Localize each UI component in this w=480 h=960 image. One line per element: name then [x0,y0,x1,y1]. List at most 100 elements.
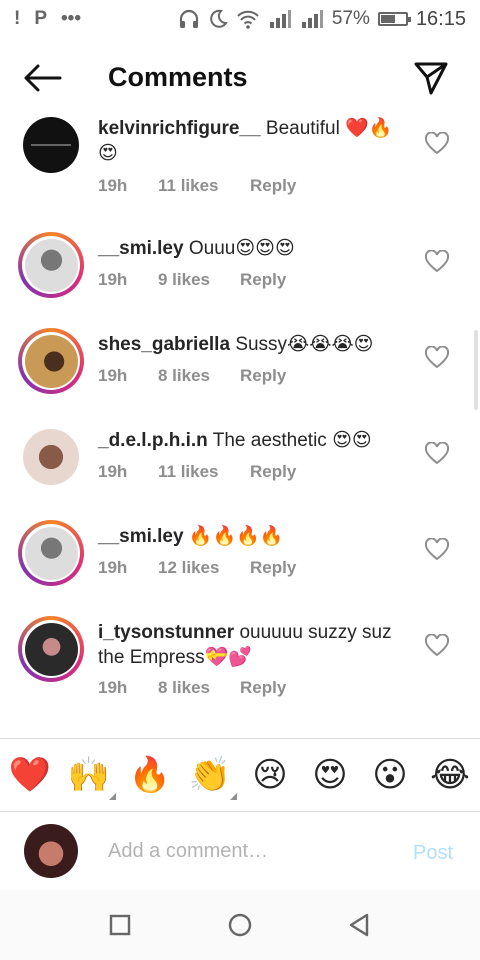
avatar-image [23,117,79,173]
battery-icon [377,12,411,26]
emoji-crying-button[interactable]: 😢 [248,753,292,797]
avatar-image [24,334,78,388]
comment-likes[interactable]: 8 likes [158,678,240,698]
comment-likes[interactable]: 9 likes [158,270,240,290]
comment-item: __smi.ley Ouuu😍😍😍 19h 9 likes Reply [0,228,480,324]
emoji-heart-eyes-button[interactable]: 😍 [308,753,352,797]
moon-icon [210,9,228,28]
comment-text: 🔥🔥🔥🔥 [188,526,284,547]
system-nav-bar [0,890,480,960]
battery-fill [380,15,395,23]
emoji-clap-button[interactable]: 👏 [188,753,232,797]
alert-icon: ! [14,8,21,29]
comment-username[interactable]: kelvinrichfigure__ [98,118,261,139]
emoji-laughing-button[interactable]: 😂 [428,753,472,797]
battery-percent: 57% [331,8,370,29]
comment-body: shes_gabriella Sussy😭😭😭😍 [98,332,408,357]
header: Comments [0,48,480,108]
comment-body: i_tysonstunner ouuuuu suzzy suz the Empr… [98,620,418,670]
comment-meta: 19h 11 likes Reply [98,462,296,482]
avatar-ring-gap [22,236,80,294]
comment-body: kelvinrichfigure__ Beautiful ❤️🔥😍 [98,116,408,166]
reply-button[interactable]: Reply [250,558,296,578]
skin-tone-indicator [230,793,237,800]
comment-time: 19h [98,366,128,385]
comment-username[interactable]: _d.e.l.p.h.i.n [98,430,208,451]
comment-item: __smi.ley 🔥🔥🔥🔥 19h 12 likes Reply [0,516,480,612]
avatar[interactable] [18,328,84,394]
comment-username[interactable]: shes_gabriella [98,334,230,355]
back-arrow-icon[interactable] [22,62,62,94]
comment-item: shes_gabriella Sussy😭😭😭😍 19h 8 likes Rep… [0,324,480,420]
reply-button[interactable]: Reply [250,176,296,196]
comment-list[interactable]: kelvinrichfigure__ Beautiful ❤️🔥😍 19h 11… [0,108,480,736]
comment-time: 19h [98,462,128,481]
comment-meta: 19h 8 likes Reply [98,366,286,386]
back-triangle-icon[interactable] [345,910,375,940]
comment-username[interactable]: i_tysonstunner [98,622,234,643]
scrollbar[interactable] [474,330,478,410]
wifi-icon [237,10,259,29]
comment-likes[interactable]: 11 likes [158,462,250,482]
heart-outline-icon[interactable] [424,442,450,466]
comment-text: The aesthetic 😍😍 [212,430,372,451]
app-notification-icon: P [34,8,48,29]
avatar-ring-gap [22,332,80,390]
comment-item: i_tysonstunner ouuuuu suzzy suz the Empr… [0,612,480,722]
heart-outline-icon[interactable] [424,346,450,370]
avatar[interactable] [18,424,84,490]
direct-send-icon[interactable] [412,60,450,96]
comment-likes[interactable]: 12 likes [158,558,250,578]
post-button[interactable]: Post [413,842,453,865]
comment-meta: 19h 11 likes Reply [98,176,296,196]
emoji-fire-button[interactable]: 🔥 [128,753,172,797]
avatar[interactable] [18,616,84,682]
current-user-avatar [24,824,78,878]
home-circle-icon[interactable] [225,910,255,940]
comment-meta: 19h 9 likes Reply [98,270,286,290]
skin-tone-indicator [109,793,116,800]
avatar[interactable] [18,232,84,298]
reply-button[interactable]: Reply [240,678,286,698]
comment-body: _d.e.l.p.h.i.n The aesthetic 😍😍 [98,428,408,453]
comment-time: 19h [98,270,128,289]
comment-username[interactable]: __smi.ley [98,238,184,259]
reply-button[interactable]: Reply [240,270,286,290]
emoji-heart-button[interactable]: ❤️ [8,753,52,797]
avatar-ring-gap [22,524,80,582]
status-right: 57% 16:15 [178,8,466,31]
comment-text: Ouuu😍😍😍 [188,238,295,259]
heart-outline-icon[interactable] [424,538,450,562]
emoji-surprised-button[interactable]: 😮 [368,753,412,797]
comment-likes[interactable]: 11 likes [158,176,250,196]
avatar[interactable] [18,520,84,586]
comment-body: __smi.ley Ouuu😍😍😍 [98,236,408,261]
reply-button[interactable]: Reply [240,366,286,386]
avatar-ring-gap [22,620,80,678]
avatar-image [23,429,79,485]
avatar-image [24,526,78,580]
signal-icon-2 [301,10,323,28]
clock: 16:15 [415,7,466,30]
heart-outline-icon[interactable] [424,132,450,156]
reply-button[interactable]: Reply [250,462,296,482]
comment-likes[interactable]: 8 likes [158,366,240,386]
avatar-image [24,622,78,676]
heart-outline-icon[interactable] [424,634,450,658]
avatar-logo-icon [31,144,71,146]
comment-body: __smi.ley 🔥🔥🔥🔥 [98,524,408,549]
comment-meta: 19h 8 likes Reply [98,678,286,698]
status-left: ! P ••• [14,8,81,30]
recents-square-icon[interactable] [105,910,135,940]
emoji-raised-hands-button[interactable]: 🙌 [67,753,111,797]
status-bar: ! P ••• 57% 16:15 [0,0,480,38]
avatar[interactable] [18,112,84,178]
page-title: Comments [108,62,248,92]
signal-icon [269,10,291,28]
heart-outline-icon[interactable] [424,250,450,274]
comment-time: 19h [98,558,128,577]
comment-username[interactable]: __smi.ley [98,526,184,547]
comment-item: kelvinrichfigure__ Beautiful ❤️🔥😍 19h 11… [0,108,480,204]
comment-time: 19h [98,678,128,697]
comment-input[interactable] [108,836,388,866]
